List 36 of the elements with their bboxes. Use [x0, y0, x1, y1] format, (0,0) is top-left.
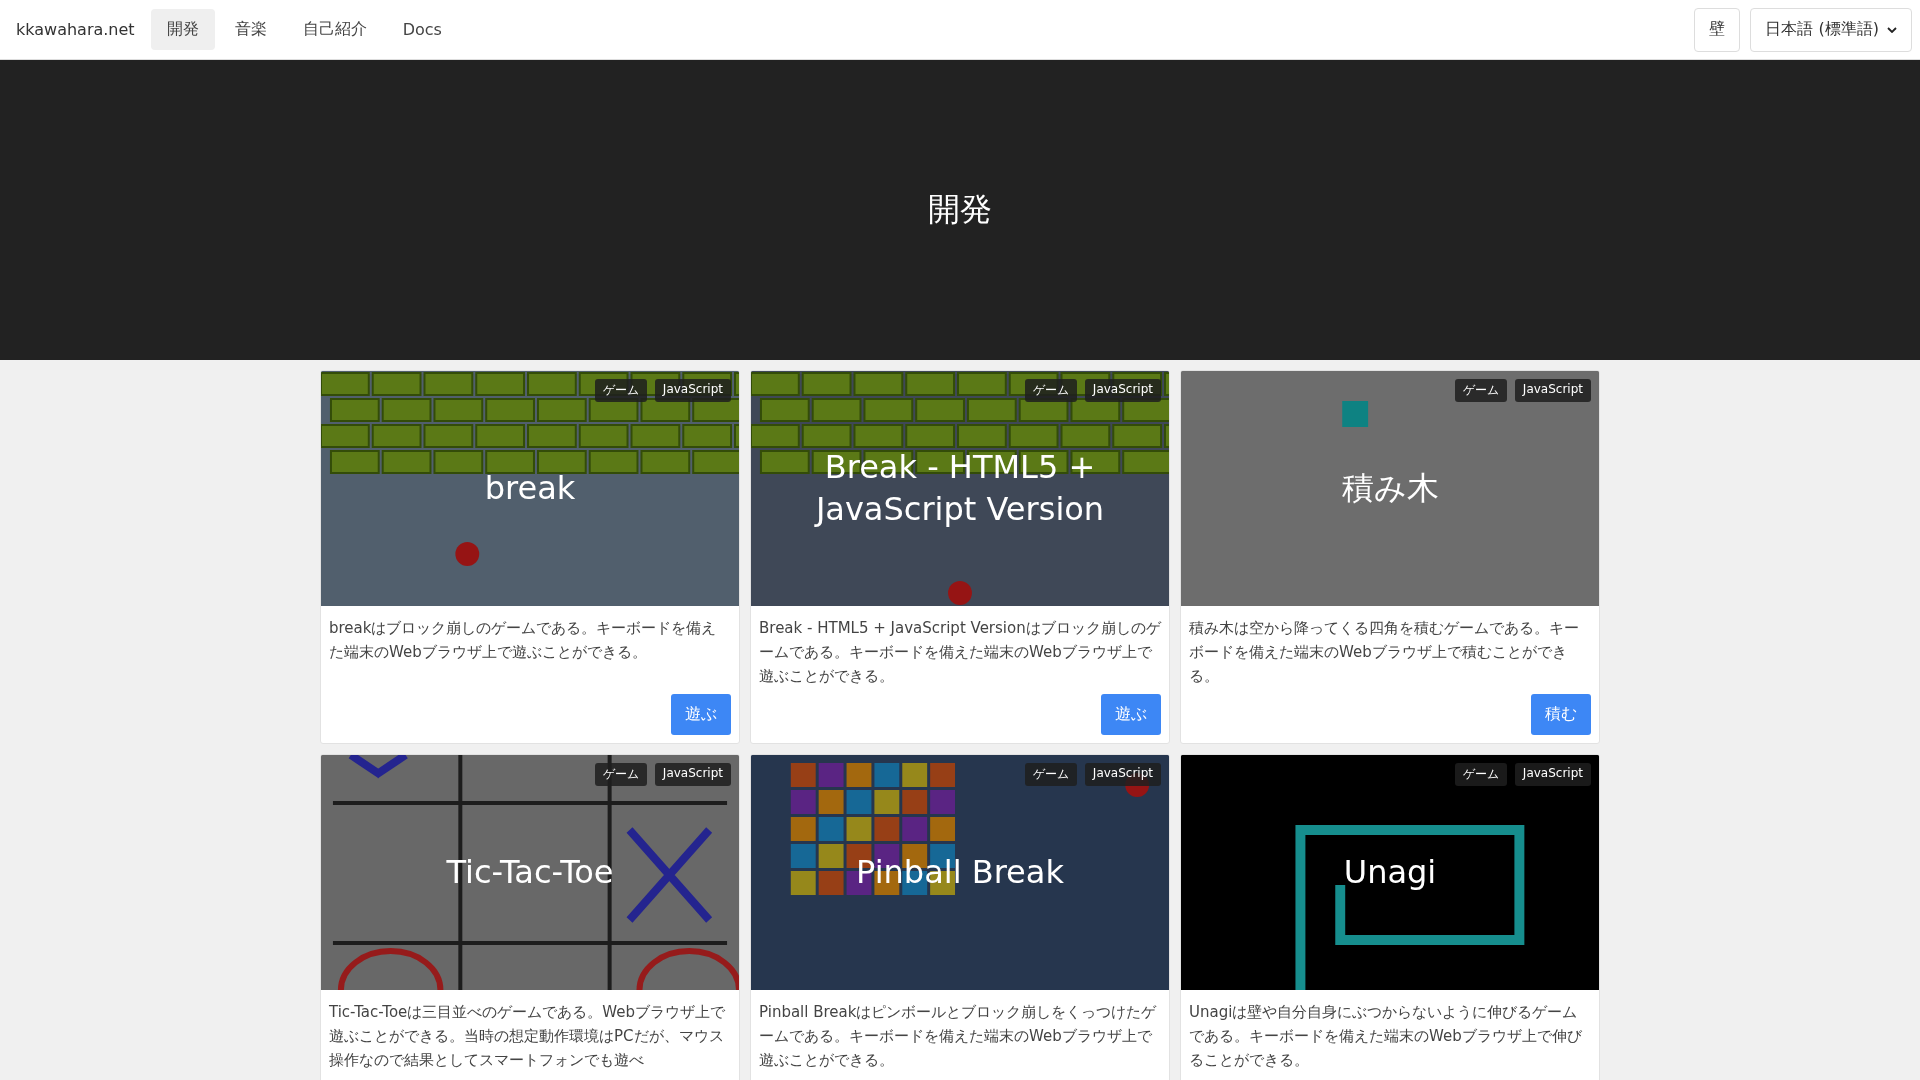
card-description: Tic-Tac-Toeは三目並べのゲームである。Webブラウザ上で遊ぶことができる。当時の想定動作環境はPCだが、マウス操作なので結果としてスマートフォンでも遊べ: [329, 1002, 727, 1071]
tag-badge: ゲーム: [594, 379, 647, 402]
card-title: Break - HTML5 + JavaScript Version: [813, 446, 1106, 530]
nav-link[interactable]: 開発: [150, 9, 215, 50]
card-title: break: [483, 467, 577, 509]
nav-link[interactable]: Docs: [386, 10, 458, 49]
card-description: breakはブロック崩しのゲームである。キーボードを備えた端末のWebブラウザ上で遊ぶことができる。: [329, 618, 718, 663]
tag-badge: ゲーム: [1454, 763, 1507, 786]
nav-link[interactable]: 自己紹介: [286, 9, 383, 50]
page-title: 開発: [928, 189, 992, 230]
tag-badge: JavaScript: [654, 763, 731, 786]
tag-badge: ゲーム: [1454, 379, 1507, 402]
tag-badge: JavaScript: [1514, 379, 1591, 402]
card-description: Break - HTML5 + JavaScript Versionはブロック崩しのゲームである。キーボードを備えた端末のWebブラウザ上で遊ぶことができる。: [759, 618, 1161, 687]
card-title: Pinball Break: [855, 851, 1065, 893]
card-description: Unagiは壁や自分自身にぶつからないように伸びるゲームである。キーボードを備えた端末のWebブラウザ上で伸びることができる。: [1189, 1002, 1583, 1071]
play-button[interactable]: 遊ぶ: [1101, 694, 1161, 735]
chevron-down-icon: [1887, 26, 1897, 33]
language-select[interactable]: 日本語 (標準語): [1750, 7, 1912, 52]
play-button[interactable]: 遊ぶ: [671, 694, 731, 735]
card-title: Tic-Tac-Toe: [445, 851, 615, 893]
tag-badge: ゲーム: [594, 763, 647, 786]
card-title: Unagi: [1342, 851, 1438, 893]
wall-button[interactable]: 壁: [1694, 7, 1741, 52]
tag-badge: ゲーム: [1024, 763, 1077, 786]
tag-badge: JavaScript: [1084, 763, 1161, 786]
nav-link[interactable]: 音楽: [218, 9, 283, 50]
tag-badge: JavaScript: [654, 379, 731, 402]
card-description: Pinball Breakはピンボールとブロック崩しをくっつけたゲームである。キーボードを備えた端末のWebブラウザ上で遊ぶことができる。: [759, 1002, 1158, 1071]
play-button[interactable]: 積む: [1531, 694, 1591, 735]
site-brand-link[interactable]: kkawahara.net: [16, 20, 135, 39]
card-title: 積み木: [1340, 467, 1440, 509]
tag-badge: ゲーム: [1024, 379, 1077, 402]
card-description: 積み木は空から降ってくる四角を積むゲームである。キーボードを備えた端末のWebブラウザ上で積むことができる。: [1189, 618, 1580, 687]
tag-badge: JavaScript: [1084, 379, 1161, 402]
tag-badge: JavaScript: [1514, 763, 1591, 786]
